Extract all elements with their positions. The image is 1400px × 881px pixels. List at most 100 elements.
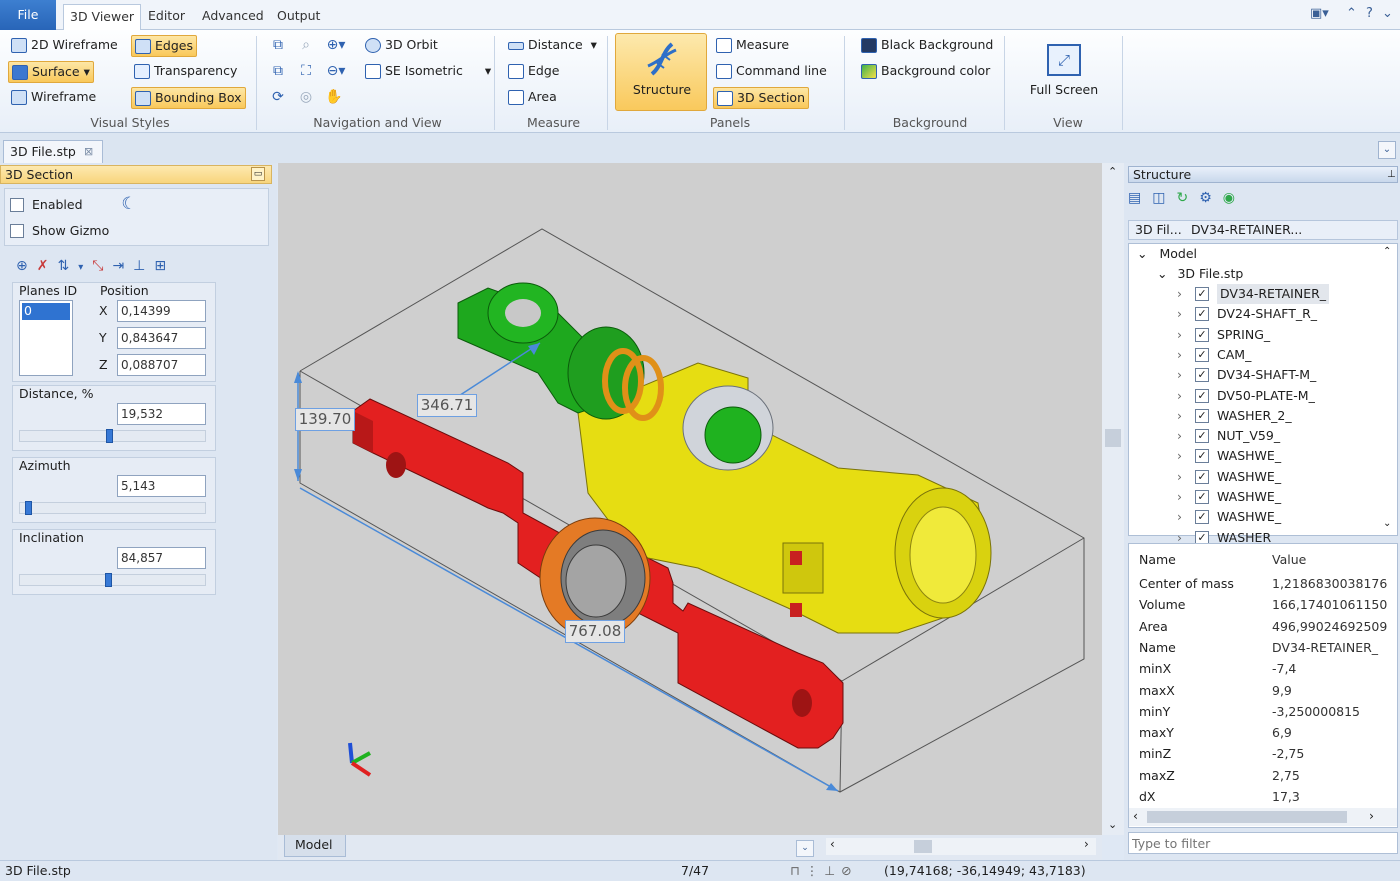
pin-icon[interactable]: ▭ [251, 167, 265, 181]
rotate-view-icon[interactable]: ⟳ [268, 87, 288, 107]
polar-icon[interactable]: ⊘ [841, 863, 857, 878]
tree-node-file[interactable]: ⌄ 3D File.stp [1157, 264, 1243, 284]
visibility-checkbox[interactable]: ✓ [1195, 307, 1209, 322]
chevron-down-icon[interactable]: ⌄ [1137, 246, 1147, 261]
distance-button[interactable]: Distance ▾ [505, 35, 600, 57]
planes-list[interactable]: 0 [19, 300, 73, 376]
3d-orbit-button[interactable]: 3D Orbit [362, 35, 441, 57]
tree-node-part[interactable]: › ✓ WASHWE_ [1177, 487, 1281, 507]
collapse-ribbon-icon[interactable]: ⌃ [1346, 6, 1357, 21]
magnet-icon[interactable]: ⊓ [790, 863, 806, 878]
chevron-right-icon[interactable]: › [1177, 509, 1182, 524]
zoom-extents-icon[interactable]: ⧉ [268, 35, 288, 55]
property-row[interactable]: maxZ 2,75 [1139, 766, 1389, 786]
property-row[interactable]: minZ -2,75 [1139, 744, 1389, 764]
tab-output[interactable]: Output [271, 4, 326, 30]
look-around-icon[interactable]: ◎ [296, 87, 316, 107]
inclination-slider[interactable] [19, 573, 206, 587]
flip-plane-icon[interactable]: ⇅ [57, 258, 78, 274]
zoom-out-icon[interactable]: ⊖▾ [326, 61, 346, 81]
visibility-checkbox[interactable]: ✓ [1195, 408, 1209, 423]
3d-viewport[interactable]: 139.70 346.71 767.08 [278, 163, 1102, 835]
visibility-checkbox[interactable]: ✓ [1195, 347, 1209, 362]
plane-list-item[interactable]: 0 [22, 303, 70, 320]
distance-slider[interactable] [19, 429, 206, 443]
tree-node-part[interactable]: › ✓ DV34-RETAINER_ [1177, 284, 1330, 304]
visibility-icon[interactable]: ◉ [1223, 190, 1246, 206]
enabled-checkbox[interactable] [10, 198, 24, 212]
visibility-checkbox[interactable]: ✓ [1195, 449, 1209, 464]
ortho-icon[interactable]: ⊥ [824, 863, 841, 878]
move-plane-icon[interactable]: ⇥ [112, 258, 133, 274]
tree-node-part[interactable]: › ✓ WASHWE_ [1177, 446, 1281, 466]
pan-view-icon[interactable]: ⧉ [268, 61, 288, 81]
scroll-right-icon[interactable]: › [1369, 808, 1374, 823]
scrollbar-thumb[interactable] [914, 840, 932, 853]
chevron-right-icon[interactable]: › [1177, 428, 1182, 443]
model-tab[interactable]: Model [284, 835, 346, 857]
visibility-checkbox[interactable]: ✓ [1195, 429, 1209, 444]
file-menu-button[interactable]: File [0, 0, 56, 30]
reset-section-icon[interactable]: ☾ [118, 193, 140, 215]
position-x-field[interactable]: 0,14399 [117, 300, 206, 322]
collapse-all-icon[interactable]: ▤ [1128, 190, 1152, 206]
chevron-down-icon[interactable]: ⌄ [1157, 266, 1167, 281]
show-gizmo-checkbox[interactable] [10, 224, 24, 238]
property-row[interactable]: minX -7,4 [1139, 659, 1389, 679]
layout-dropdown-icon[interactable]: ⌄ [796, 840, 814, 857]
surface-button[interactable]: Surface ▾ [8, 61, 94, 83]
horizontal-scrollbar[interactable]: ‹ › [826, 837, 1096, 855]
scroll-left-icon[interactable]: ‹ [1133, 808, 1138, 823]
tab-advanced[interactable]: Advanced [196, 4, 270, 30]
tree-node-part[interactable]: › ✓ WASHWE_ [1177, 467, 1281, 487]
hand-pan-icon[interactable]: ✋ [324, 87, 344, 107]
help-icon[interactable]: ? [1366, 6, 1373, 21]
visibility-checkbox[interactable]: ✓ [1195, 469, 1209, 484]
property-row[interactable]: minY -3,250000815 [1139, 702, 1389, 722]
scroll-up-icon[interactable]: ⌃ [1383, 246, 1391, 257]
vertical-scrollbar[interactable]: ⌃ ⌄ [1102, 163, 1124, 835]
scrollbar-thumb[interactable] [1105, 429, 1121, 447]
breadcrumb-item[interactable]: 3D Fil... [1135, 222, 1182, 237]
expand-all-icon[interactable]: ◫ [1152, 190, 1176, 206]
scroll-up-icon[interactable]: ⌃ [1108, 165, 1117, 178]
full-screen-button[interactable]: ⤢ Full Screen [1025, 36, 1103, 106]
tree-node-part[interactable]: › ✓ NUT_V59_ [1177, 426, 1280, 446]
remove-plane-icon[interactable]: ✗ [37, 258, 58, 274]
model-render[interactable] [278, 163, 1102, 835]
edges-button[interactable]: Edges [131, 35, 197, 57]
visibility-checkbox[interactable]: ✓ [1195, 388, 1209, 403]
chevron-right-icon[interactable]: › [1177, 286, 1182, 301]
property-row[interactable]: dX 17,3 [1139, 787, 1389, 807]
scroll-down-icon[interactable]: ⌄ [1383, 518, 1391, 529]
structure-filter-input[interactable] [1128, 832, 1398, 854]
distance-slider-thumb[interactable] [106, 429, 113, 443]
axis-plane-icon[interactable]: ⊥ [133, 258, 154, 274]
tree-node-part[interactable]: › ✓ CAM_ [1177, 345, 1251, 365]
scroll-down-icon[interactable]: ⌄ [1108, 818, 1117, 831]
pin-icon[interactable]: ⊥ [1387, 167, 1396, 182]
area-measure-button[interactable]: Area [505, 87, 560, 109]
property-row[interactable]: maxX 9,9 [1139, 681, 1389, 701]
3d-section-button[interactable]: 3D Section [713, 87, 809, 109]
chevron-down-icon[interactable]: ⌄ [1382, 6, 1393, 21]
chevron-right-icon[interactable]: › [1177, 347, 1182, 362]
chevron-right-icon[interactable]: › [1177, 489, 1182, 504]
wireframe-button[interactable]: Wireframe [8, 87, 99, 109]
grid-icon[interactable]: ⋮ [806, 863, 825, 878]
bounding-box-button[interactable]: Bounding Box [131, 87, 246, 109]
breadcrumb-item[interactable]: DV34-RETAINER... [1191, 222, 1302, 237]
property-row[interactable]: Area 496,990246925092 [1139, 617, 1389, 637]
chevron-down-icon[interactable]: ▾ [78, 262, 92, 273]
visibility-checkbox[interactable]: ✓ [1195, 510, 1209, 525]
property-row[interactable]: maxY 6,9 [1139, 723, 1389, 743]
azimuth-field[interactable]: 5,143 [117, 475, 206, 497]
zoom-window-icon[interactable]: ⌕ [296, 35, 316, 55]
visibility-checkbox[interactable]: ✓ [1195, 287, 1209, 301]
position-y-field[interactable]: 0,843647 [117, 327, 206, 349]
refresh-icon[interactable]: ↻ [1176, 190, 1199, 206]
close-tab-icon[interactable]: ⊠ [84, 141, 93, 162]
tab-editor[interactable]: Editor [142, 4, 191, 30]
property-row[interactable]: Center of mass 1,21868300381767; [1139, 574, 1389, 594]
zoom-in-icon[interactable]: ⊕▾ [326, 35, 346, 55]
